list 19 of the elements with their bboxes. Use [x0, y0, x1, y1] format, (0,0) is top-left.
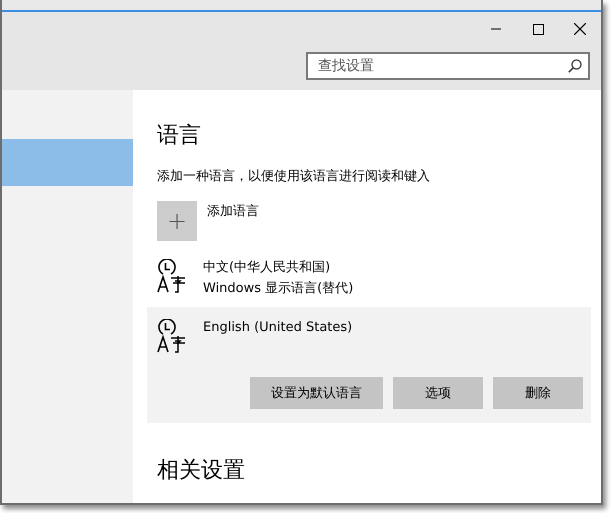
language-icon	[157, 319, 187, 353]
language-action-button[interactable]: 删除	[493, 377, 583, 409]
language-item[interactable]: English (United States) 设置为默认语言 选项 删除	[147, 307, 591, 423]
language-item[interactable]: 中文(中华人民共和国) Windows 显示语言(替代)	[147, 257, 591, 299]
language-name: English (United States)	[203, 319, 352, 337]
maximize-icon	[532, 24, 544, 34]
search-field[interactable]: 查找设置	[306, 52, 590, 80]
language-detail: Windows 显示语言(替代)	[203, 280, 354, 298]
description: 添加一种语言，以便使用该语言进行阅读和键入	[157, 168, 431, 185]
section-heading: 语言	[157, 122, 202, 150]
close-icon	[574, 23, 586, 35]
language-action-button[interactable]: 设置为默认语言	[250, 377, 383, 409]
language-name: 中文(中华人民共和国)	[203, 259, 332, 277]
add-language-label[interactable]: 添加语言	[207, 202, 259, 220]
language-action-button[interactable]: 选项	[393, 377, 483, 409]
add-language-button[interactable]: +	[157, 201, 197, 241]
search-icon	[568, 59, 582, 73]
section-heading: 相关设置	[157, 457, 246, 485]
language-icon	[157, 259, 187, 293]
